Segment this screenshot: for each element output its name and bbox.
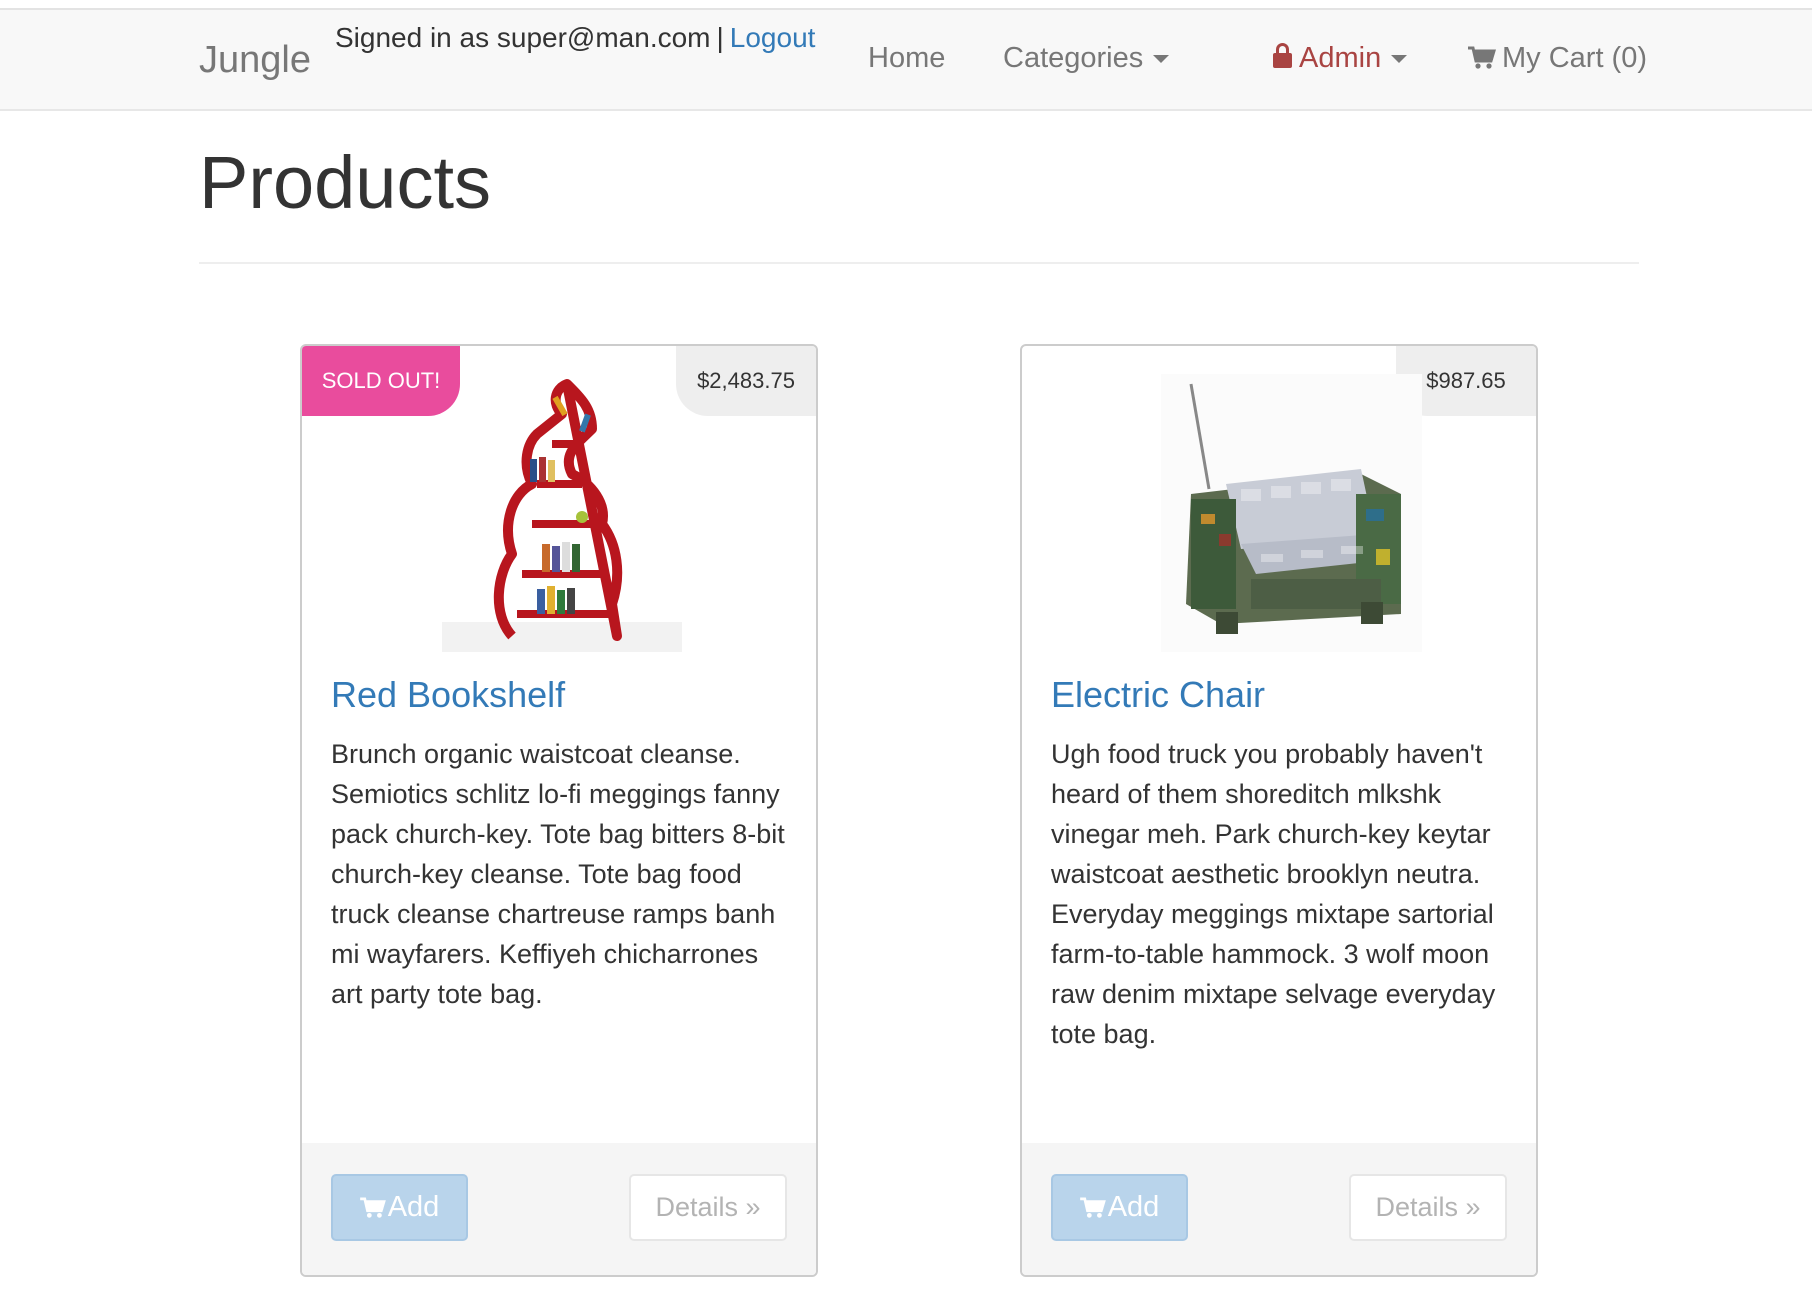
nav-cart-link[interactable]: My Cart (0) [1468, 42, 1647, 75]
cart-icon [359, 1197, 386, 1218]
caret-down-icon [1153, 55, 1170, 64]
add-button-label: Add [1107, 1191, 1160, 1223]
browser-top-edge [0, 0, 1812, 10]
nav-categories-dropdown[interactable]: Categories [1003, 42, 1170, 75]
nav-categories-label: Categories [1003, 42, 1144, 74]
product-name-link[interactable]: Electric Chair [1051, 674, 1265, 716]
product-image-bookshelf[interactable] [442, 374, 682, 652]
page-title: Products [199, 141, 492, 224]
card-footer: Add Details » [1022, 1143, 1536, 1275]
details-button[interactable]: Details » [1349, 1174, 1507, 1241]
nav-cart-label: My Cart (0) [1502, 42, 1647, 74]
caret-down-icon [1391, 55, 1408, 64]
nav-admin-dropdown[interactable]: Admin [1273, 42, 1408, 75]
product-description: Ugh food truck you probably haven't hear… [1051, 739, 1496, 1049]
cart-icon [1468, 46, 1496, 69]
details-button[interactable]: Details » [629, 1174, 787, 1241]
price-badge: $2,483.75 [676, 346, 816, 416]
lock-icon [1273, 43, 1292, 68]
card-footer: Add Details » [302, 1143, 816, 1275]
product-name-link[interactable]: Red Bookshelf [331, 674, 565, 716]
separator: | [716, 22, 724, 53]
signed-in-status: Signed in as super@man.com | Logout [335, 22, 815, 54]
navbar: Jungle Signed in as super@man.com | Logout… [0, 10, 1812, 111]
add-to-cart-button[interactable]: Add [1051, 1174, 1188, 1241]
sold-out-badge: SOLD OUT! [302, 346, 460, 416]
product-description: Brunch organic waistcoat cleanse. Semiot… [331, 739, 785, 1009]
brand-link[interactable]: Jungle [199, 39, 311, 82]
product-card-red-bookshelf: SOLD OUT! $2,483.75 Red Bookshelf Brunch… [300, 344, 818, 1277]
logout-link[interactable]: Logout [730, 22, 816, 53]
product-image-chair[interactable] [1140, 374, 1422, 652]
title-divider [199, 262, 1639, 264]
product-card-electric-chair: $987.65 Electric Chair Ugh food truck yo… [1020, 344, 1538, 1277]
add-button-label: Add [387, 1191, 440, 1223]
cart-icon [1079, 1197, 1106, 1218]
signed-in-text: Signed in as super@man.com [335, 22, 711, 53]
nav-admin-label: Admin [1299, 42, 1382, 74]
nav-home-link[interactable]: Home [868, 42, 945, 75]
add-to-cart-button[interactable]: Add [331, 1174, 468, 1241]
